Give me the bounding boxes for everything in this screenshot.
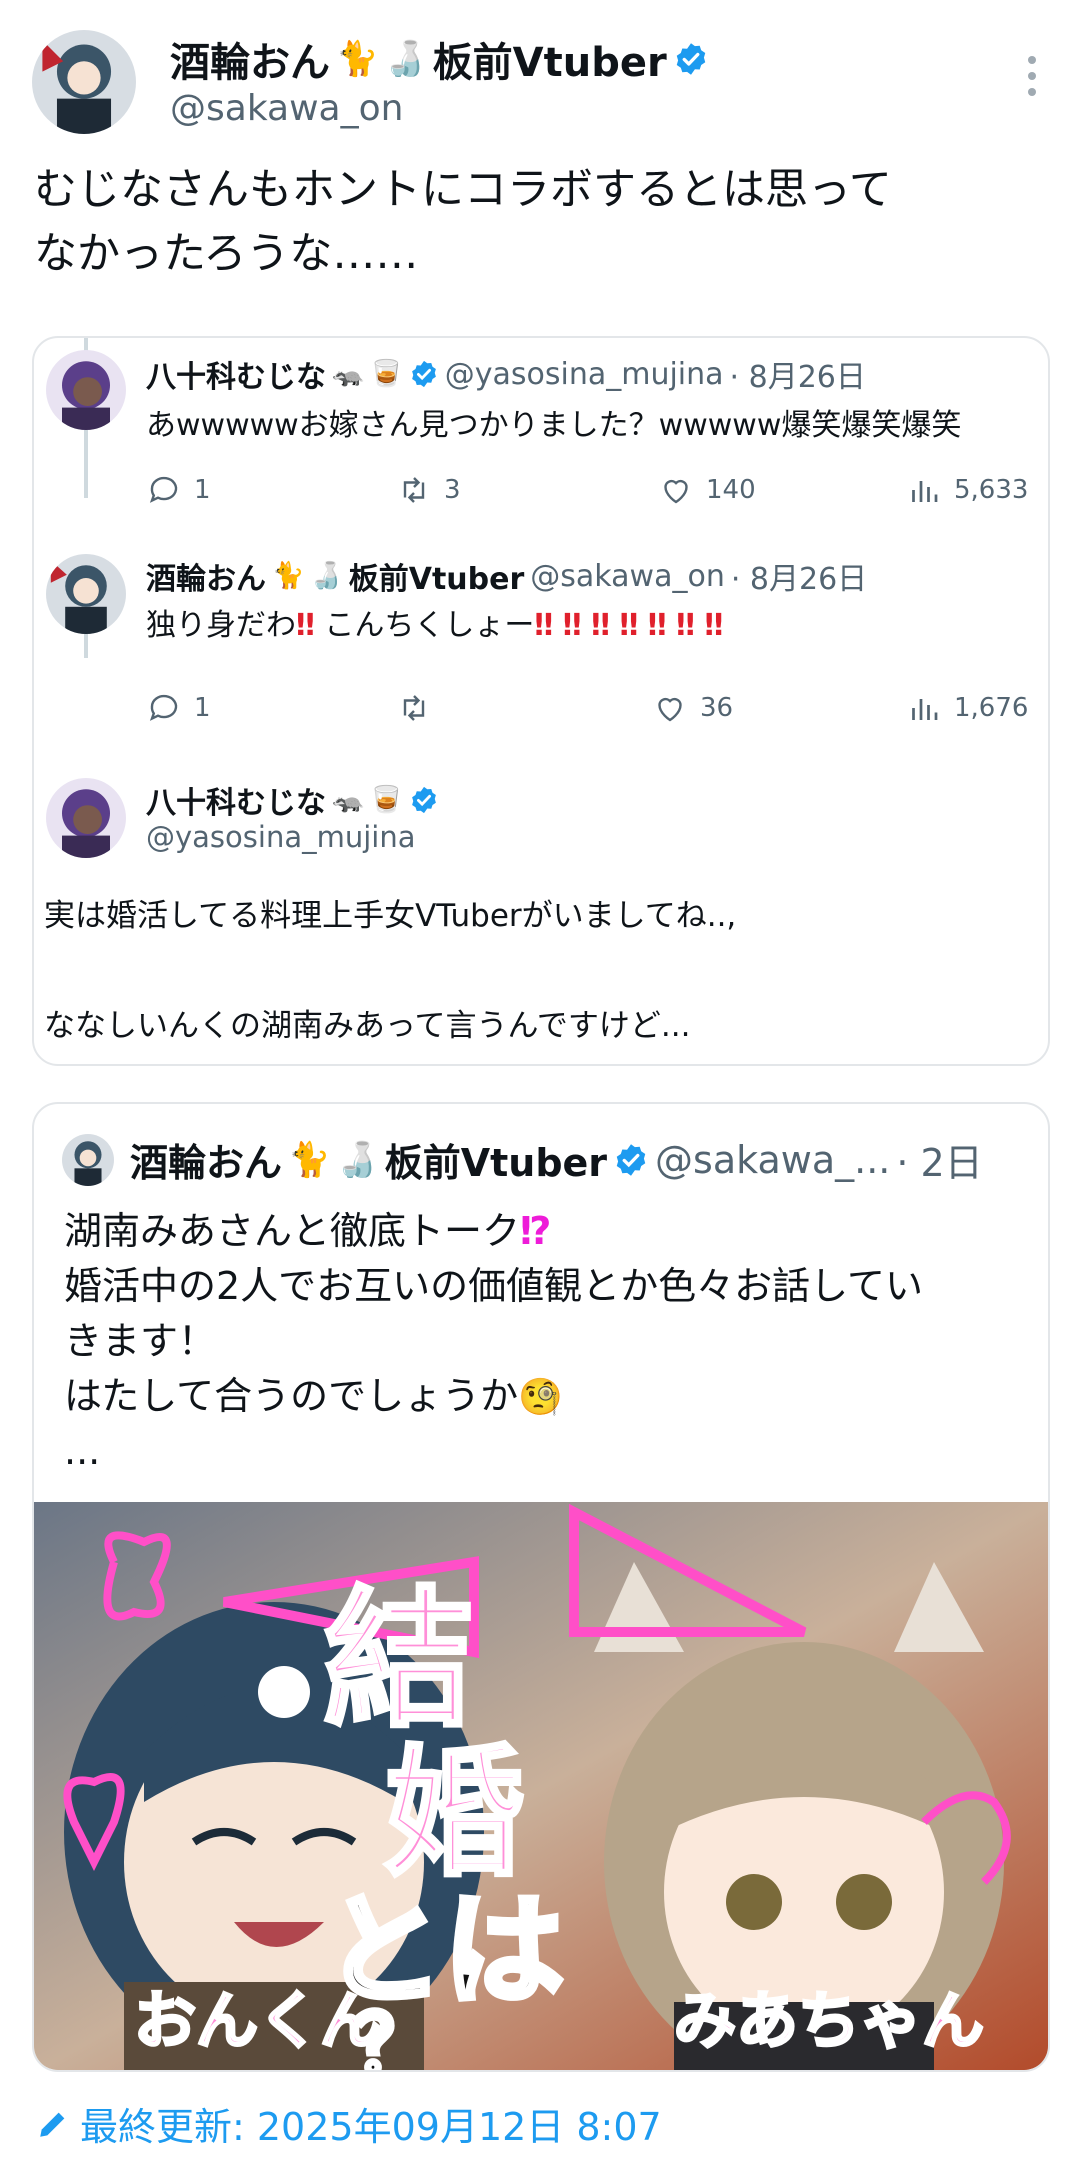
tweet-handle[interactable]: @sakawa_on (530, 559, 725, 594)
thumbnail-title-char: 結 (324, 1574, 474, 1748)
post-text-line: むじなさんもホントにコラボするとは思って (34, 165, 892, 215)
reply-icon (149, 476, 178, 503)
views-chart-icon (912, 481, 938, 502)
cat-emoji-icon: 🐈 (336, 39, 379, 79)
tweet-date: · 8月26日 (730, 562, 868, 597)
retweet-icon (403, 695, 425, 721)
badger-emoji-icon: 🦡 (332, 785, 365, 815)
double-exclamation-icon: ‼ (562, 608, 582, 643)
double-exclamation-icon: ‼ (676, 608, 695, 643)
view-count: 1,676 (954, 693, 1029, 723)
tweet-author-name[interactable]: 八十科むじな (146, 778, 326, 822)
quote-author-name-suffix[interactable]: 板前Vtuber (385, 1132, 607, 1187)
video-thumbnail[interactable]: 結 婚 とは ？ おんくん みあちゃん (34, 1502, 1048, 2070)
quote-text-line: きます！ (64, 1319, 217, 1363)
tweet-text: あwwwwwお嫁さん見つかりました？wwwww爆笑爆笑爆笑 (146, 408, 962, 443)
quote-text-line: 湖南みあさんと徹底トーク (64, 1209, 521, 1253)
views-button[interactable]: 5,633 (906, 472, 1028, 508)
reply-button[interactable]: 1 (146, 690, 211, 726)
reply-count: 1 (194, 693, 211, 723)
tweet-text: ななしいんくの湖南みあって言うんですけど... (44, 1008, 691, 1044)
whisky-glass-icon: 🥃 (370, 785, 403, 815)
author-name[interactable]: 酒輪おん (170, 30, 330, 88)
pencil-icon (40, 2112, 65, 2137)
author-name-suffix[interactable]: 板前Vtuber (433, 30, 667, 88)
verified-badge-icon (673, 41, 709, 77)
sake-bottle-icon: 🍶 (336, 1139, 379, 1180)
quote-text-line: ... (64, 1429, 101, 1473)
like-button[interactable]: 36 (652, 690, 733, 726)
author-avatar[interactable] (32, 30, 136, 134)
tweet-author-name[interactable]: 八十科むじな (146, 352, 326, 396)
whisky-glass-icon: 🥃 (370, 359, 403, 389)
double-exclamation-icon: ‼ (534, 608, 554, 643)
verified-badge-icon (409, 359, 439, 389)
quote-handle[interactable]: @sakawa_... (655, 1138, 890, 1182)
tweet-handle[interactable]: @yasosina_mujina (445, 357, 724, 392)
tweet-author-name[interactable]: 酒輪おん (146, 554, 266, 598)
verified-badge-icon (409, 785, 439, 815)
quote-author-name[interactable]: 酒輪おん (130, 1132, 282, 1187)
thumbnail-title-char: 婚 (384, 1733, 524, 1896)
quoted-post-card[interactable]: 酒輪おん 🐈 🍶 板前Vtuber @sakawa_... · 2日 湖南みあさ… (32, 1102, 1050, 2072)
verified-badge-icon (613, 1142, 649, 1178)
double-exclamation-icon: ‼ (296, 608, 315, 643)
tweet-date: · 8月26日 (729, 360, 866, 395)
cat-emoji-icon: 🐈 (288, 1139, 331, 1180)
double-exclamation-icon: ‼ (619, 608, 639, 643)
tweet-avatar[interactable] (46, 778, 126, 858)
reply-count: 1 (194, 475, 211, 505)
tweet-avatar[interactable] (46, 350, 126, 430)
quote-avatar[interactable] (62, 1134, 114, 1186)
author-handle[interactable]: @sakawa_on (170, 88, 403, 129)
reply-icon (149, 694, 178, 721)
tweet-handle[interactable]: @yasosina_mujina (146, 820, 416, 854)
thumbnail-right-label: みあちゃん (674, 1984, 984, 2057)
tweet-avatar[interactable] (46, 554, 126, 634)
tweet-text-part: 独り身だわ (146, 608, 296, 643)
double-exclamation-icon: ‼ (591, 608, 610, 643)
tweet-text-part: こんちくしょー (324, 608, 535, 643)
quote-date: · 2日 (896, 1141, 983, 1185)
sake-bottle-icon: 🍶 (384, 39, 427, 79)
retweet-button[interactable] (396, 690, 444, 726)
quote-text-line: 婚活中の2人でお互いの価値観とか色々お話してい (64, 1264, 924, 1308)
badger-emoji-icon: 🦡 (332, 359, 365, 389)
cat-emoji-icon: 🐈 (272, 561, 305, 591)
tweet-author-name-suffix[interactable]: 板前Vtuber (349, 554, 525, 598)
quote-text-line: はたして合うのでしょうか (64, 1374, 519, 1418)
like-button[interactable]: 140 (658, 472, 756, 508)
post-header: 酒輪おん 🐈 🍶 板前Vtuber @sakawa_on (0, 0, 1080, 150)
thumbnail-left-label: おんくん (134, 1984, 382, 2057)
last-updated: 最終更新: 2025年09月12日 8:07 (36, 2096, 662, 2151)
views-chart-icon (912, 699, 938, 720)
double-exclamation-icon: ‼ (647, 608, 667, 643)
quoted-thread-card[interactable]: 八十科むじな 🦡 🥃 @yasosina_mujina · 8月26日 あwww… (32, 336, 1050, 1066)
heart-icon (664, 479, 688, 504)
retweet-count: 3 (444, 475, 461, 505)
double-exclamation-icon: ‼ (704, 608, 724, 643)
sake-bottle-icon: 🍶 (310, 561, 343, 591)
tweet-text: 実は婚活してる料理上手女VTuberがいましてね.., (44, 898, 737, 934)
like-count: 140 (706, 475, 756, 505)
more-options-icon[interactable] (1024, 56, 1040, 96)
last-updated-label: 最終更新: 2025年09月12日 8:07 (80, 2105, 662, 2149)
tweet-text: 独り身だわ‼ こんちくしょー‼ ‼ ‼ ‼ ‼ ‼ ‼ (146, 600, 723, 644)
post-text-line: なかったろうな…… (34, 229, 419, 279)
post-text: むじなさんもホントにコラボするとは思って なかったろうな…… (34, 158, 1044, 286)
views-button[interactable]: 1,676 (906, 690, 1028, 726)
heart-icon (658, 697, 682, 722)
interrobang-icon: ⁉ (520, 1209, 552, 1253)
reply-button[interactable]: 1 (146, 472, 211, 508)
quote-text: 湖南みあさんと徹底トーク⁉ 婚活中の2人でお互いの価値観とか色々お話してい きま… (64, 1204, 1044, 1479)
view-count: 5,633 (954, 475, 1029, 505)
retweet-button[interactable]: 3 (396, 472, 461, 508)
like-count: 36 (700, 693, 734, 723)
retweet-icon (403, 477, 425, 503)
monocle-face-icon: 🧐 (518, 1377, 563, 1418)
